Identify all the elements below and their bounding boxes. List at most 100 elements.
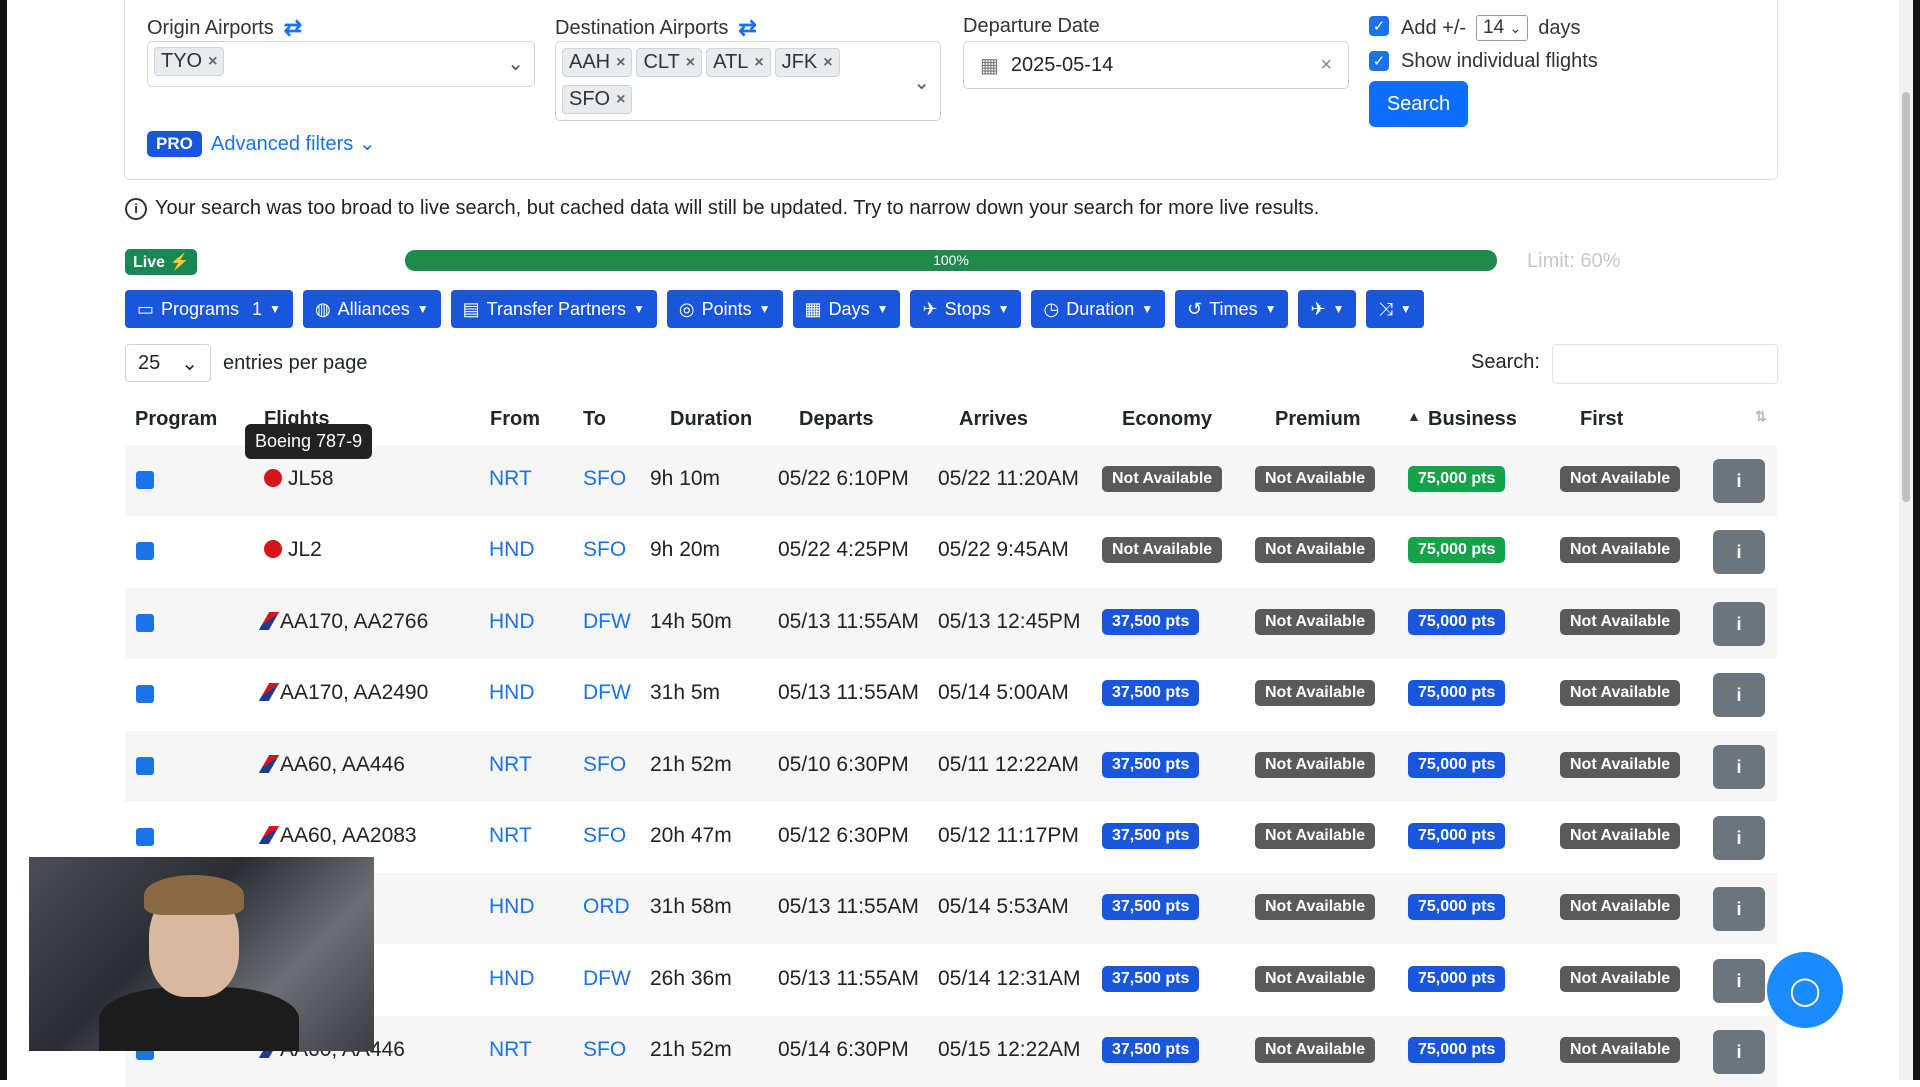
swap-origin-icon[interactable]: ⇄	[284, 15, 302, 41]
first-badge[interactable]: Not Available	[1560, 966, 1681, 992]
column-header[interactable]: To	[583, 408, 606, 431]
business-badge[interactable]: 75,000 pts	[1408, 680, 1506, 706]
origin-link[interactable]: HND	[489, 895, 535, 919]
business-badge[interactable]: 75,000 pts	[1408, 609, 1506, 635]
remove-chip-icon[interactable]: ×	[616, 91, 625, 109]
premium-badge[interactable]: Not Available	[1255, 680, 1376, 706]
origin-link[interactable]: HND	[489, 681, 535, 705]
business-badge[interactable]: 75,000 pts	[1408, 537, 1506, 563]
sort-icon[interactable]: ⇅	[1755, 408, 1767, 425]
remove-chip-icon[interactable]: ×	[616, 54, 625, 72]
first-badge[interactable]: Not Available	[1560, 466, 1681, 492]
column-header[interactable]: Premium	[1275, 408, 1361, 431]
advanced-filters-link[interactable]: Advanced filters ⌄	[211, 131, 376, 156]
table-row[interactable]: AA170, AA2766 HND DFW 14h 50m 05/13 11:5…	[125, 588, 1777, 659]
economy-badge[interactable]: 37,500 pts	[1102, 680, 1200, 706]
first-badge[interactable]: Not Available	[1560, 894, 1681, 920]
sort-asc-icon[interactable]: ▲	[1407, 408, 1421, 424]
info-button[interactable]: i	[1713, 530, 1765, 574]
economy-badge[interactable]: 37,500 pts	[1102, 609, 1200, 635]
remove-chip-icon[interactable]: ×	[754, 54, 763, 72]
column-header[interactable]: Duration	[670, 408, 752, 431]
origin-link[interactable]: HND	[489, 538, 535, 562]
column-header[interactable]: Arrives	[959, 408, 1028, 431]
origin-link[interactable]: NRT	[489, 824, 532, 848]
economy-badge[interactable]: Not Available	[1102, 537, 1223, 563]
economy-badge[interactable]: 37,500 pts	[1102, 894, 1200, 920]
destination-link[interactable]: SFO	[583, 824, 626, 848]
filter-alliances-button[interactable]: ◍ Alliances ▼	[302, 290, 441, 328]
filter-stops-button[interactable]: ✈ Stops ▼	[910, 290, 1022, 328]
table-row[interactable]: AA60, AA446 NRT SFO 21h 52m 05/10 6:30PM…	[125, 731, 1777, 802]
business-badge[interactable]: 75,000 pts	[1408, 894, 1506, 920]
page-scrollbar[interactable]	[1899, 0, 1913, 1080]
filter-programs-button[interactable]: ▭ Programs 1 ▼	[125, 290, 293, 328]
first-badge[interactable]: Not Available	[1560, 680, 1681, 706]
filter-days-button[interactable]: ▦ Days ▼	[792, 290, 901, 328]
info-button[interactable]: i	[1713, 459, 1765, 503]
destination-chip[interactable]: CLT ×	[636, 48, 703, 77]
flights-cell[interactable]: AA170, AA2766	[258, 610, 428, 634]
filter-points-button[interactable]: ◎ Points ▼	[666, 290, 783, 328]
flights-cell[interactable]: JL2	[264, 538, 322, 562]
table-row[interactable]: JL2 HND SFO 9h 20m 05/22 4:25PM 05/22 9:…	[125, 516, 1777, 587]
info-button[interactable]: i	[1713, 745, 1765, 789]
destination-link[interactable]: DFW	[583, 967, 631, 991]
flights-cell[interactable]: AA170, AA2490	[258, 681, 428, 705]
premium-badge[interactable]: Not Available	[1255, 823, 1376, 849]
info-button[interactable]: i	[1713, 959, 1765, 1003]
economy-badge[interactable]: 37,500 pts	[1102, 752, 1200, 778]
destination-link[interactable]: DFW	[583, 681, 631, 705]
swap-destination-icon[interactable]: ⇄	[738, 15, 756, 41]
table-search-input[interactable]	[1552, 344, 1778, 384]
search-button[interactable]: Search	[1369, 81, 1468, 127]
first-badge[interactable]: Not Available	[1560, 537, 1681, 563]
first-badge[interactable]: Not Available	[1560, 1037, 1681, 1063]
destination-chip[interactable]: SFO ×	[562, 85, 633, 114]
column-header[interactable]: Business	[1428, 408, 1517, 431]
filter-aircraft-button[interactable]: ✈ ▼	[1298, 290, 1357, 328]
destination-link[interactable]: SFO	[583, 753, 626, 777]
column-header[interactable]: First	[1580, 408, 1623, 431]
destination-select[interactable]: AAH × CLT × ATL × JFK × SFO × ⌄	[555, 41, 941, 121]
business-badge[interactable]: 75,000 pts	[1408, 966, 1506, 992]
economy-badge[interactable]: 37,500 pts	[1102, 823, 1200, 849]
economy-badge[interactable]: 37,500 pts	[1102, 966, 1200, 992]
business-badge[interactable]: 75,000 pts	[1408, 823, 1506, 849]
table-row[interactable]: AA170, AA2490 HND DFW 31h 5m 05/13 11:55…	[125, 659, 1777, 730]
filter-transfer-partners-button[interactable]: ▤ Transfer Partners ▼	[450, 290, 657, 328]
destination-link[interactable]: SFO	[583, 1038, 626, 1062]
origin-link[interactable]: NRT	[489, 1038, 532, 1062]
destination-link[interactable]: SFO	[583, 467, 626, 491]
business-badge[interactable]: 75,000 pts	[1408, 752, 1506, 778]
origin-link[interactable]: HND	[489, 610, 535, 634]
remove-chip-icon[interactable]: ×	[686, 54, 695, 72]
first-badge[interactable]: Not Available	[1560, 823, 1681, 849]
business-badge[interactable]: 75,000 pts	[1408, 466, 1506, 492]
page-size-select[interactable]: 25 ⌄	[125, 344, 211, 382]
table-row[interactable]: JL58 NRT SFO 9h 10m 05/22 6:10PM 05/22 1…	[125, 445, 1777, 516]
info-button[interactable]: i	[1713, 602, 1765, 646]
info-button[interactable]: i	[1713, 673, 1765, 717]
clear-date-icon[interactable]: ×	[1320, 54, 1332, 77]
column-header[interactable]: Program	[135, 408, 217, 431]
premium-badge[interactable]: Not Available	[1255, 466, 1376, 492]
origin-link[interactable]: NRT	[489, 467, 532, 491]
filter-duration-button[interactable]: ◷ Duration ▼	[1031, 290, 1166, 328]
destination-link[interactable]: ORD	[583, 895, 630, 919]
origin-select[interactable]: TYO × ⌄	[147, 41, 535, 87]
origin-link[interactable]: NRT	[489, 753, 532, 777]
premium-badge[interactable]: Not Available	[1255, 609, 1376, 635]
destination-chip[interactable]: JFK ×	[774, 48, 840, 77]
column-header[interactable]: Departs	[799, 408, 873, 431]
premium-badge[interactable]: Not Available	[1255, 966, 1376, 992]
flights-cell[interactable]: AA60, AA2083	[258, 824, 417, 848]
column-header[interactable]: Economy	[1122, 408, 1212, 431]
premium-badge[interactable]: Not Available	[1255, 894, 1376, 920]
info-button[interactable]: i	[1713, 816, 1765, 860]
column-header[interactable]: From	[490, 408, 540, 431]
info-button[interactable]: i	[1713, 1030, 1765, 1074]
economy-badge[interactable]: 37,500 pts	[1102, 1037, 1200, 1063]
first-badge[interactable]: Not Available	[1560, 752, 1681, 778]
premium-badge[interactable]: Not Available	[1255, 1037, 1376, 1063]
